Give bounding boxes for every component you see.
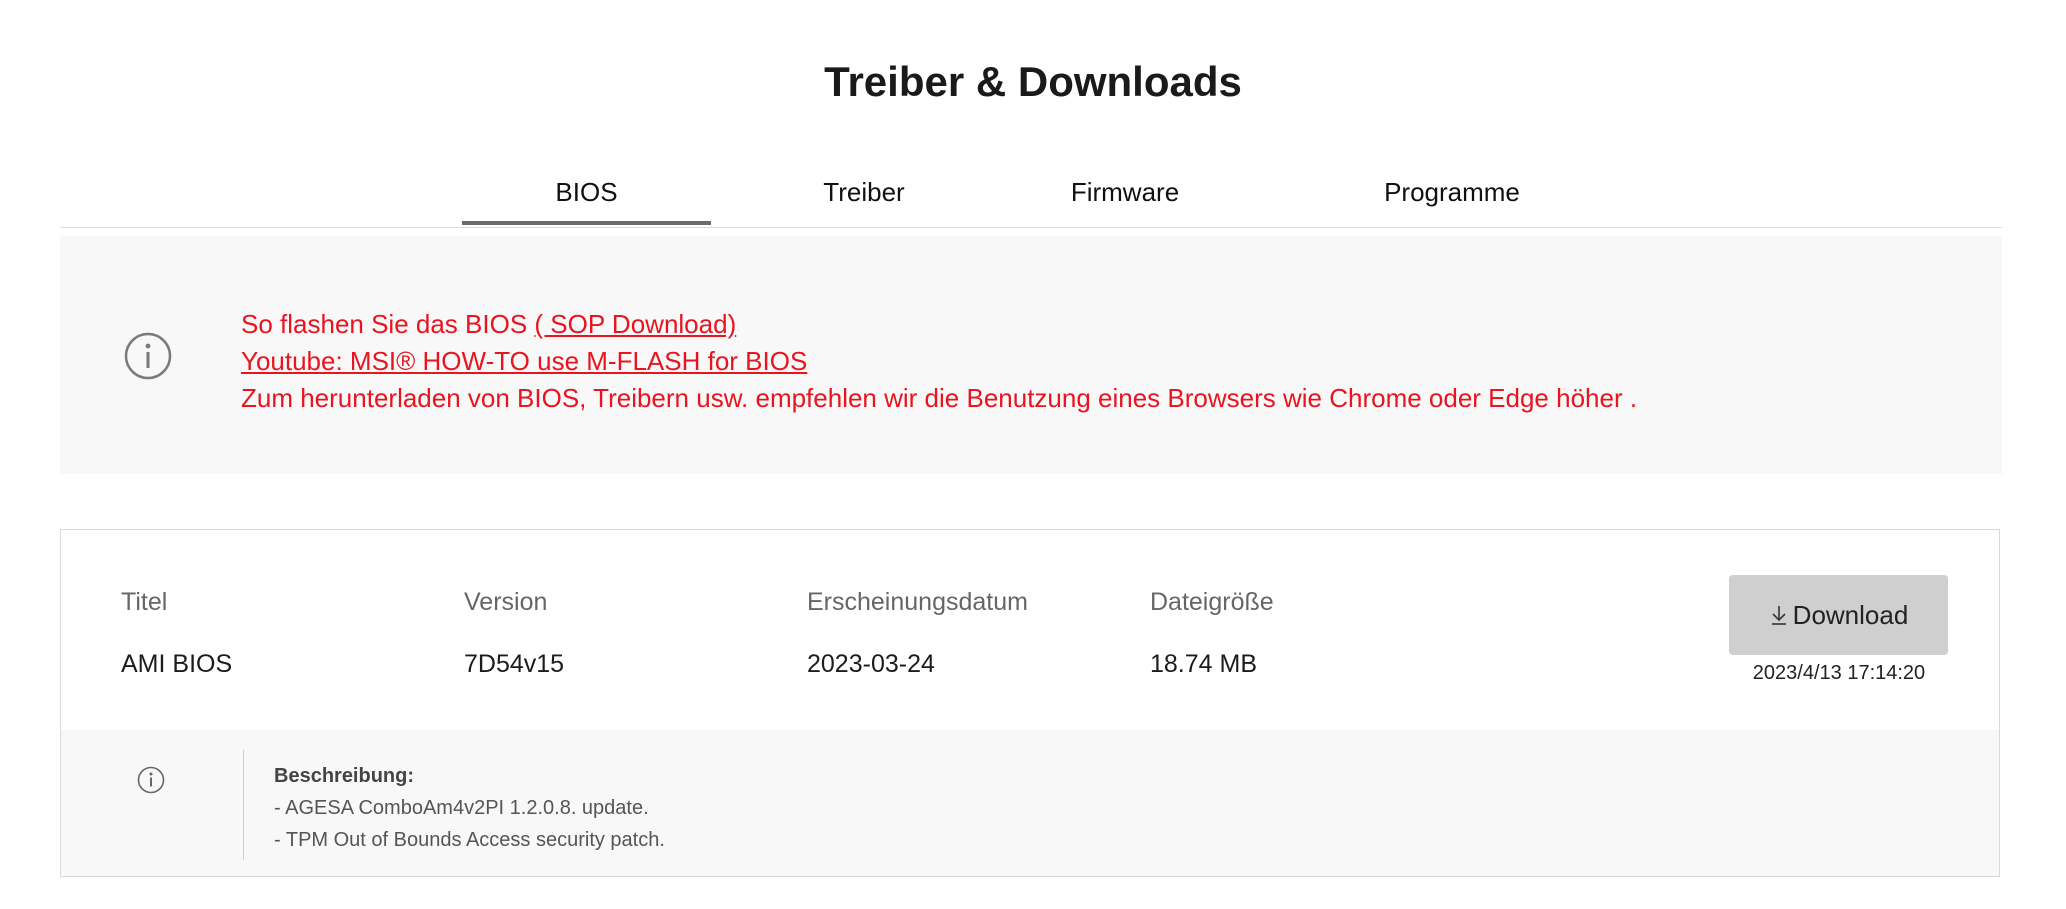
download-button[interactable]: Download [1729, 575, 1948, 655]
description-label: Beschreibung: [274, 765, 415, 787]
download-arrow-icon [1771, 606, 1786, 625]
tab-bios[interactable]: BIOS [462, 177, 711, 208]
description-divider [243, 750, 244, 860]
header-file-size: Dateigröße [1150, 588, 1274, 616]
description-line: - AGESA ComboAm4v2PI 1.2.0.8. update. [274, 797, 649, 819]
notice-line-sop: So flashen Sie das BIOS ( SOP Download) [241, 306, 1637, 343]
tab-bar: BIOS Treiber Firmware Programme [60, 155, 2002, 228]
notice-sop-prefix: So flashen Sie das BIOS [241, 309, 535, 339]
header-title: Titel [121, 588, 168, 616]
bios-notice: So flashen Sie das BIOS ( SOP Download) … [60, 236, 2002, 474]
bios-version: 7D54v15 [464, 650, 565, 678]
page: Treiber & Downloads BIOS Treiber Firmwar… [0, 0, 2066, 909]
tab-treiber[interactable]: Treiber [778, 177, 950, 208]
page-title: Treiber & Downloads [824, 58, 1242, 105]
tab-programme[interactable]: Programme [1342, 177, 1562, 208]
description-panel: Beschreibung: - AGESA ComboAm4v2PI 1.2.0… [61, 730, 1999, 876]
notice-line-browser: Zum herunterladen von BIOS, Treibern usw… [241, 383, 1638, 413]
description-text: Beschreibung: - AGESA ComboAm4v2PI 1.2.0… [274, 760, 665, 856]
download-timestamp: 2023/4/13 17:14:20 [1752, 662, 1926, 684]
download-button-label: Download [1792, 599, 1909, 630]
info-circle-icon [124, 332, 172, 380]
bios-release-date: 2023-03-24 [807, 650, 935, 678]
info-circle-icon [137, 766, 165, 794]
bios-file-size: 18.74 MB [1150, 650, 1258, 678]
description-line: - TPM Out of Bounds Access security patc… [274, 829, 665, 851]
bios-title: AMI BIOS [121, 650, 233, 678]
tab-firmware[interactable]: Firmware [1030, 177, 1220, 208]
bios-download-card: Titel Version Erscheinungsdatum Dateigrö… [60, 529, 2000, 877]
active-tab-indicator [462, 221, 711, 225]
youtube-mflash-link[interactable]: Youtube: MSI® HOW-TO use M-FLASH for BIO… [241, 346, 807, 376]
header-version: Version [464, 588, 548, 616]
notice-text: So flashen Sie das BIOS ( SOP Download) … [241, 306, 1637, 417]
sop-download-link[interactable]: ( SOP Download) [534, 309, 736, 339]
notice-line-youtube: Youtube: MSI® HOW-TO use M-FLASH for BIO… [241, 343, 1637, 380]
header-release-date: Erscheinungsdatum [807, 588, 1028, 616]
